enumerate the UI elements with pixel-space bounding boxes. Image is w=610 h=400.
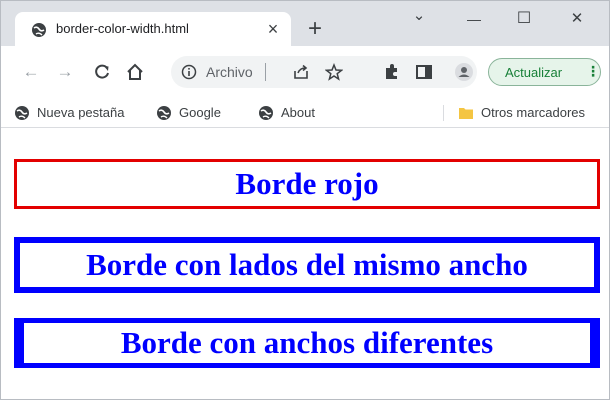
side-panel-icon[interactable] (414, 62, 434, 82)
page-content: Borde rojo Borde con lados del mismo anc… (1, 129, 609, 399)
back-arrow-icon[interactable]: ← (21, 62, 41, 82)
update-button-label: Actualizar (505, 65, 563, 80)
share-icon[interactable] (292, 63, 310, 81)
maximize-button[interactable]: ☐ (509, 7, 539, 31)
toolbar: ← → Archivo Actualizar ⋮ (1, 46, 609, 98)
different-width-border-box: Borde con anchos diferentes (14, 318, 600, 368)
globe-icon (32, 23, 46, 37)
profile-avatar-icon[interactable] (454, 62, 474, 82)
address-separator (265, 63, 266, 81)
bookmark-item-google[interactable]: Google (156, 104, 236, 122)
bookmark-label: Nueva pestaña (37, 105, 125, 120)
tab-close-button[interactable]: × (263, 19, 283, 39)
close-window-button[interactable]: ✕ (562, 7, 592, 31)
bookmarks-bar: Nueva pestaña Google About Otros marcado… (1, 98, 609, 128)
bookmark-star-icon[interactable] (325, 63, 343, 81)
info-icon[interactable] (181, 64, 197, 80)
new-tab-button[interactable]: + (303, 17, 327, 42)
tab-strip: border-color-width.html × + ⌄ — ☐ ✕ (1, 1, 609, 46)
globe-icon (259, 106, 273, 120)
globe-icon (15, 106, 29, 120)
bookmark-item-nueva-pestana[interactable]: Nueva pestaña (14, 104, 144, 122)
address-text[interactable]: Archivo (206, 64, 253, 80)
menu-dots-icon: ⋮ (586, 63, 600, 79)
bookmark-item-about[interactable]: About (258, 104, 338, 122)
forward-arrow-icon[interactable]: → (55, 62, 75, 82)
bookmarks-separator (443, 105, 444, 121)
bookmark-label: About (281, 105, 315, 120)
browser-window: border-color-width.html × + ⌄ — ☐ ✕ ← → … (0, 0, 610, 400)
bookmark-other-label: Otros marcadores (481, 105, 586, 120)
equal-width-border-box: Borde con lados del mismo ancho (14, 237, 600, 293)
extensions-puzzle-icon[interactable] (382, 62, 402, 82)
minimize-button[interactable]: — (459, 7, 489, 31)
red-border-box: Borde rojo (14, 159, 600, 209)
tab-active[interactable]: border-color-width.html × (15, 12, 291, 46)
update-button[interactable]: Actualizar ⋮ (488, 58, 601, 86)
reload-icon[interactable] (92, 62, 112, 82)
globe-icon (157, 106, 171, 120)
tab-title: border-color-width.html (56, 21, 189, 36)
home-icon[interactable] (125, 62, 145, 82)
folder-icon (459, 108, 473, 119)
bookmark-label: Google (179, 105, 221, 120)
bookmark-other-folder[interactable]: Otros marcadores (458, 104, 608, 122)
tab-search-chevron-icon[interactable]: ⌄ (404, 7, 434, 31)
